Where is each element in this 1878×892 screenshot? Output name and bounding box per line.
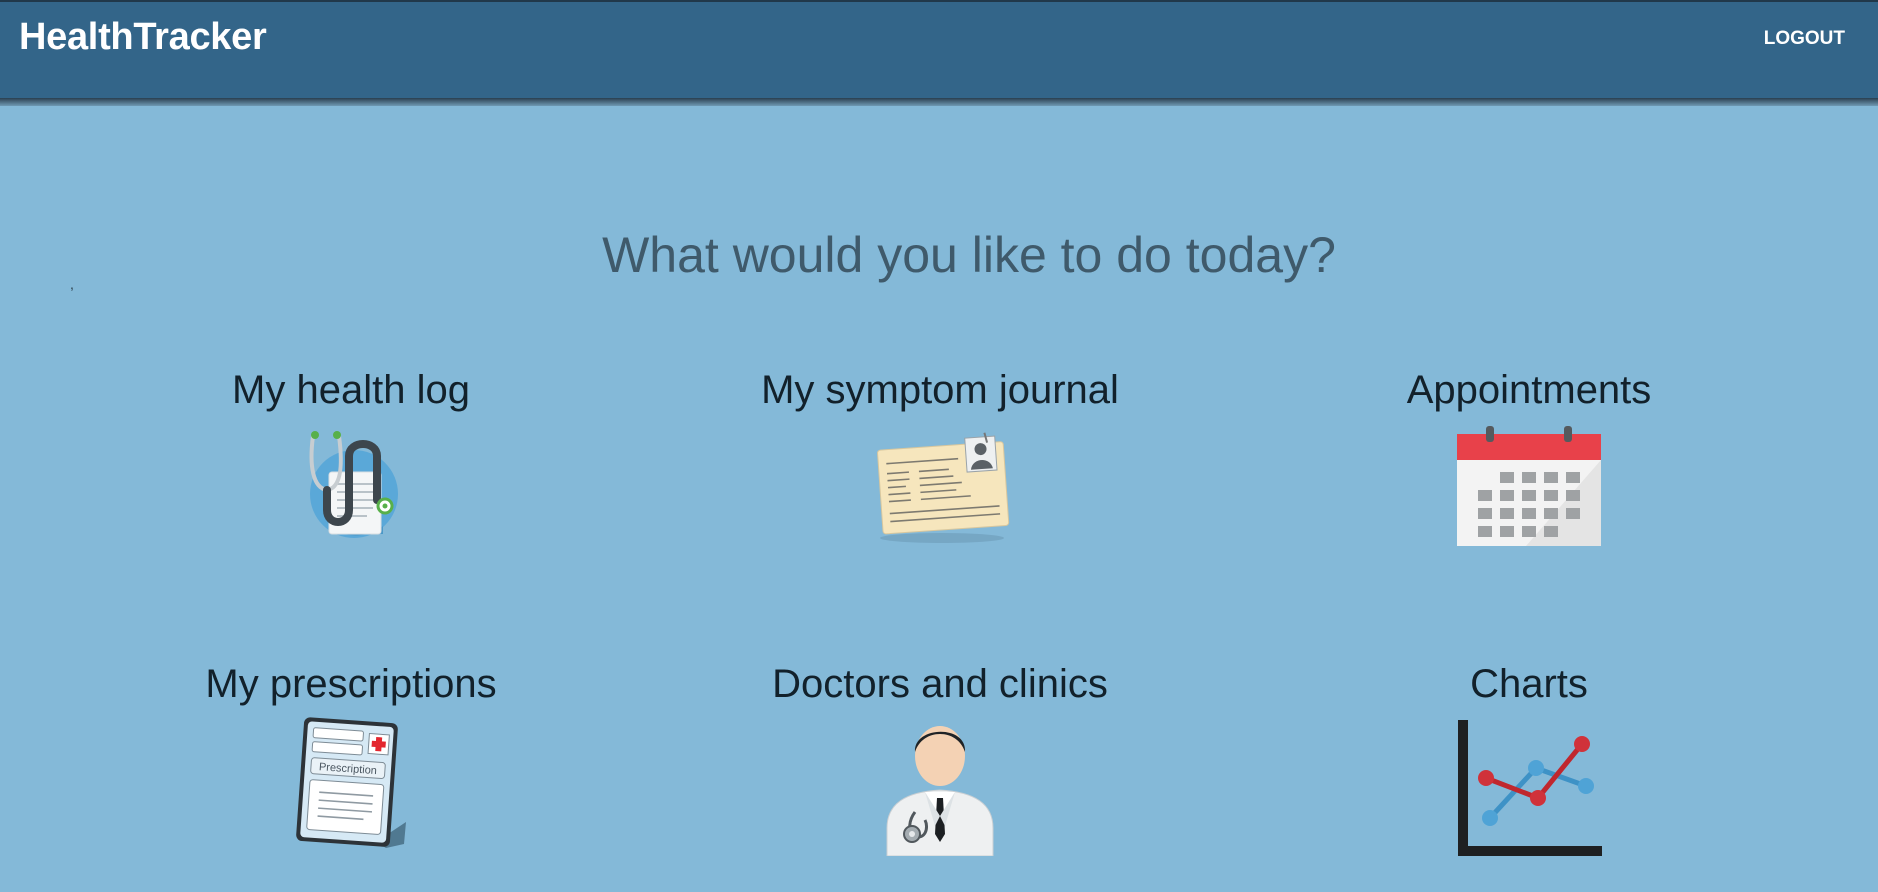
prescription-pad-icon: Prescription bbox=[296, 717, 406, 848]
tile-appointments[interactable]: Appointments bbox=[1319, 366, 1739, 546]
app-bar-shadow bbox=[0, 98, 1878, 106]
tile-doctors-clinics[interactable]: Doctors and clinics bbox=[730, 660, 1150, 856]
tile-prescriptions[interactable]: My prescriptions Prescription bbox=[141, 660, 561, 852]
stethoscope-document-icon bbox=[309, 431, 398, 538]
logout-button[interactable]: LOGOUT bbox=[1764, 28, 1845, 50]
tile-label: My health log bbox=[232, 368, 470, 412]
page-headline: What would you like to do today? bbox=[602, 227, 1336, 283]
app-bar: HealthTracker LOGOUT bbox=[0, 0, 1878, 98]
tile-label: My symptom journal bbox=[761, 368, 1119, 412]
app-brand[interactable]: HealthTracker bbox=[19, 16, 267, 59]
tile-charts[interactable]: Charts bbox=[1319, 660, 1739, 856]
tile-label: Doctors and clinics bbox=[772, 662, 1108, 706]
doctor-icon bbox=[886, 726, 994, 856]
tile-health-log[interactable]: My health log bbox=[141, 366, 561, 546]
tile-label: Appointments bbox=[1406, 368, 1652, 412]
medical-card-icon bbox=[877, 432, 1010, 543]
calendar-icon bbox=[1457, 426, 1601, 546]
tile-label: My prescriptions bbox=[205, 662, 497, 706]
tile-label: Charts bbox=[1470, 662, 1588, 706]
tile-symptom-journal[interactable]: My symptom journal bbox=[730, 366, 1150, 546]
line-chart-icon bbox=[1458, 720, 1602, 856]
